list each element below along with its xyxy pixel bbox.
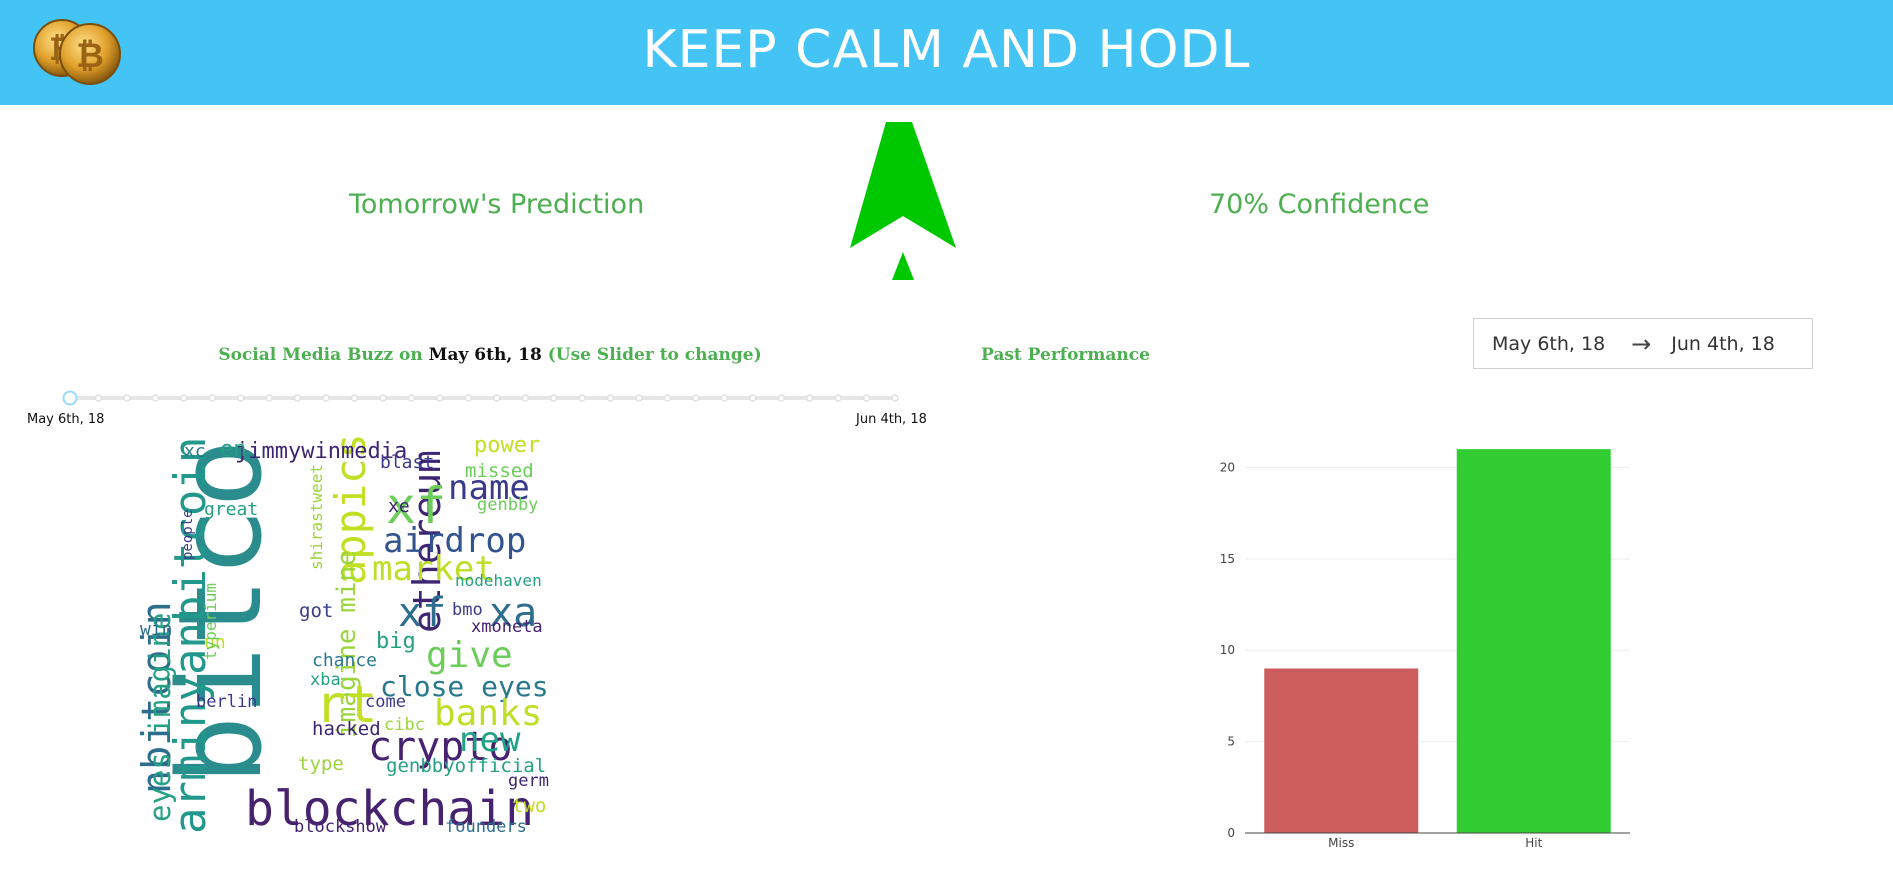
slider-step[interactable] bbox=[265, 394, 273, 402]
slider-step[interactable] bbox=[891, 394, 899, 402]
word-cloud-word: chance bbox=[312, 650, 377, 671]
slider-step[interactable] bbox=[293, 394, 302, 402]
word-cloud-word: hacked bbox=[312, 718, 381, 740]
word-cloud-word: eyes imagine bbox=[143, 612, 177, 822]
word-cloud-word: blast bbox=[380, 452, 434, 473]
word-cloud-word: people bbox=[180, 509, 196, 560]
y-tick-label: 20 bbox=[1220, 460, 1235, 474]
range-end-date[interactable]: Jun 4th, 18 bbox=[1671, 333, 1775, 355]
word-cloud-word: win bbox=[140, 619, 173, 640]
word-cloud-word: germ bbox=[508, 771, 549, 791]
slider-step[interactable] bbox=[862, 394, 871, 402]
up-arrow-icon bbox=[850, 122, 956, 280]
range-arrow-icon: → bbox=[1631, 329, 1652, 358]
slider-step[interactable] bbox=[350, 394, 359, 402]
x-tick-label: Miss bbox=[1328, 836, 1354, 850]
slider-step[interactable] bbox=[151, 394, 160, 402]
word-cloud-word: shirastweet bbox=[307, 464, 326, 570]
slider-step[interactable] bbox=[94, 394, 103, 402]
x-tick-label: Hit bbox=[1525, 836, 1542, 850]
slider-step[interactable] bbox=[663, 394, 672, 402]
word-cloud-word: big bbox=[376, 629, 416, 654]
y-tick-label: 0 bbox=[1227, 826, 1235, 840]
slider-step[interactable] bbox=[834, 394, 842, 402]
word-cloud-word: come bbox=[365, 692, 406, 712]
prediction-label: Tomorrow's Prediction bbox=[349, 189, 645, 220]
app-header: ₿ ₿ KEEP CALM AND HODL bbox=[0, 0, 1893, 105]
past-performance-title: Past Performance bbox=[981, 345, 1150, 365]
slider-step[interactable] bbox=[180, 394, 188, 402]
word-cloud-word: xc bbox=[184, 441, 206, 462]
slider-step[interactable] bbox=[464, 394, 473, 402]
slider-step[interactable] bbox=[322, 394, 330, 402]
slider-step[interactable] bbox=[578, 394, 586, 402]
slider-step[interactable] bbox=[236, 394, 245, 402]
slider-step[interactable] bbox=[492, 394, 501, 402]
app-title: KEEP CALM AND HODL bbox=[642, 20, 1251, 80]
word-cloud-word: genbby bbox=[477, 495, 538, 515]
slider-step[interactable] bbox=[379, 394, 387, 402]
slider-step[interactable] bbox=[749, 394, 757, 402]
slider-step[interactable] bbox=[805, 394, 814, 402]
word-cloud-word: founders bbox=[445, 817, 527, 837]
word-cloud-word: two bbox=[512, 795, 546, 817]
date-slider[interactable] bbox=[60, 390, 910, 410]
y-tick-label: 15 bbox=[1220, 552, 1235, 566]
buzz-title-suffix: (Use Slider to change) bbox=[541, 345, 762, 365]
buzz-title-prefix: Social Media Buzz on bbox=[218, 345, 429, 365]
y-tick-label: 10 bbox=[1220, 643, 1235, 657]
buzz-title-date: May 6th, 18 bbox=[428, 345, 542, 365]
word-cloud-word: xmoneta bbox=[471, 617, 543, 637]
slider-step[interactable] bbox=[606, 394, 615, 402]
word-cloud-word: cibc bbox=[384, 715, 425, 735]
word-cloud-word: xba bbox=[310, 670, 341, 690]
word-cloud-word: blockshow bbox=[294, 817, 387, 837]
slider-step[interactable] bbox=[549, 394, 558, 402]
bar-hit bbox=[1456, 449, 1611, 833]
word-cloud-word: got bbox=[299, 600, 333, 622]
slider-handle[interactable] bbox=[62, 390, 78, 406]
date-range-picker[interactable]: May 6th, 18 → Jun 4th, 18 bbox=[1473, 318, 1813, 369]
word-cloud-word: xe bbox=[388, 496, 410, 517]
y-tick-label: 5 bbox=[1227, 735, 1235, 749]
word-cloud-word: nodehaven bbox=[455, 571, 542, 590]
slider-step[interactable] bbox=[407, 394, 416, 402]
slider-step[interactable] bbox=[436, 394, 444, 402]
word-cloud-word: great bbox=[204, 499, 258, 520]
word-cloud-word: new bbox=[459, 720, 521, 760]
social-buzz-title: Social Media Buzz on May 6th, 18 (Use Sl… bbox=[20, 345, 960, 365]
word-cloud-word: missed bbox=[465, 460, 534, 482]
word-cloud-word: en bbox=[220, 437, 247, 462]
confidence-label: 70% Confidence bbox=[1209, 189, 1430, 220]
slider-step[interactable] bbox=[777, 394, 785, 402]
slider-step[interactable] bbox=[692, 394, 700, 402]
word-cloud-word: typerium bbox=[201, 583, 220, 660]
slider-end-label: Jun 4th, 18 bbox=[856, 412, 927, 427]
range-start-date[interactable]: May 6th, 18 bbox=[1492, 333, 1605, 355]
word-cloud: bitcoinblockchainarminyanbitcoinnbitcoin… bbox=[140, 430, 549, 837]
slider-step[interactable] bbox=[208, 394, 216, 402]
slider-step[interactable] bbox=[635, 394, 643, 402]
word-cloud-word: bmo bbox=[452, 600, 483, 620]
slider-step[interactable] bbox=[720, 394, 729, 402]
slider-start-label: May 6th, 18 bbox=[27, 412, 105, 427]
slider-step[interactable] bbox=[521, 394, 529, 402]
slider-step[interactable] bbox=[123, 394, 131, 402]
bar-miss bbox=[1264, 668, 1419, 833]
word-cloud-word: berlin bbox=[196, 692, 257, 712]
word-cloud-word: type bbox=[298, 753, 344, 775]
word-cloud-word: power bbox=[474, 433, 540, 458]
past-performance-chart: 0 5 10 15 20 Miss Hit bbox=[1220, 449, 1630, 850]
